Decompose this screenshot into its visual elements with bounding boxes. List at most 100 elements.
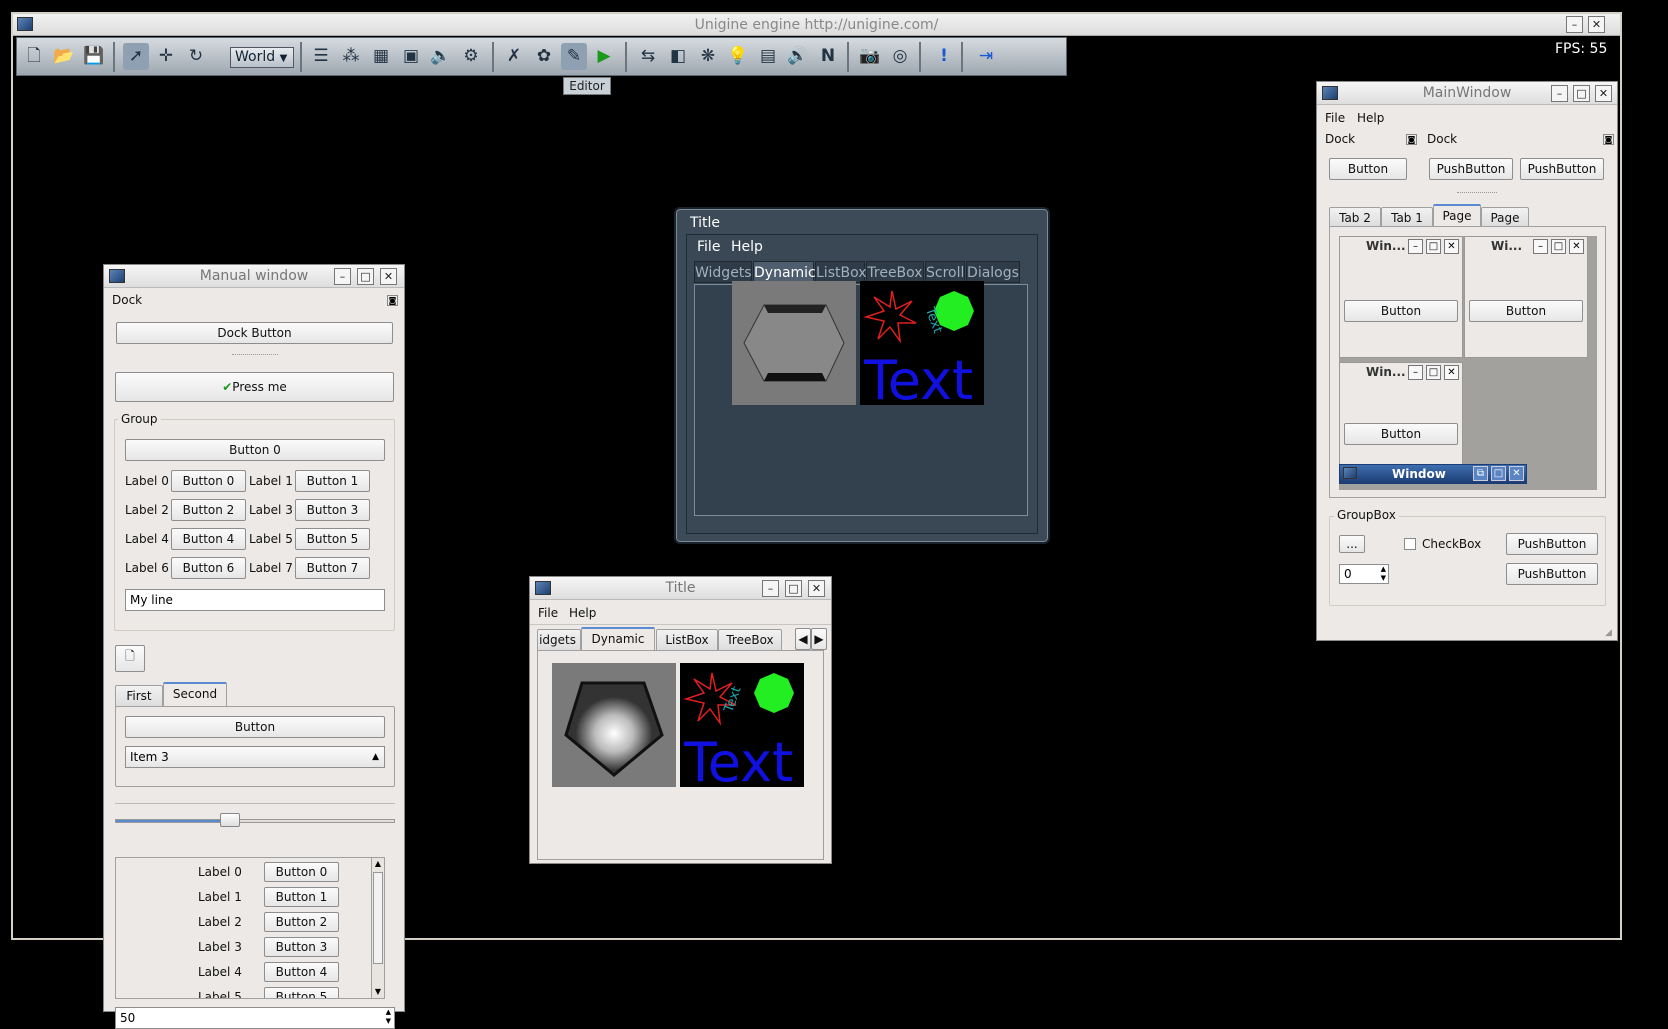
float-icon[interactable]: ◙ xyxy=(1603,134,1614,145)
spin-box[interactable]: 0 ▲ ▼ xyxy=(1339,564,1389,584)
dock-button[interactable]: Button xyxy=(1329,158,1407,180)
mdi-subwindow[interactable]: Win... – □ ✕ Button xyxy=(1339,236,1463,358)
document-icon-button[interactable]: 🗋 xyxy=(115,645,145,672)
new-icon[interactable]: 🗋 xyxy=(21,43,47,70)
menu-help[interactable]: Help xyxy=(569,606,596,620)
sound-icon[interactable]: 🔈 xyxy=(428,43,454,70)
vertical-scrollbar[interactable]: ▲ ▼ xyxy=(371,857,385,999)
tab-scroll-left-icon[interactable]: ◀ xyxy=(795,628,811,650)
exit-icon[interactable]: ⇥ xyxy=(973,43,999,70)
menu-help[interactable]: Help xyxy=(1357,111,1384,125)
tab-listbox[interactable]: ListBox xyxy=(656,629,718,651)
menu-help[interactable]: Help xyxy=(731,239,763,255)
camera-icon[interactable]: 📷 xyxy=(857,43,883,70)
node-icon[interactable]: N xyxy=(815,43,841,70)
scroll-button[interactable]: Button 4 xyxy=(264,962,339,982)
press-me-button[interactable]: ✔Press me xyxy=(115,372,394,402)
close-icon[interactable]: ✕ xyxy=(1509,466,1524,481)
settings-icon[interactable]: ⚙ xyxy=(458,43,484,70)
maximize-icon[interactable]: □ xyxy=(1426,239,1441,254)
splitter-handle[interactable] xyxy=(232,354,278,356)
box-icon[interactable]: ◧ xyxy=(665,43,691,70)
close-icon[interactable]: ✕ xyxy=(380,268,397,285)
building-icon[interactable]: ▤ xyxy=(755,43,781,70)
tab-2[interactable]: Tab 2 xyxy=(1329,207,1381,227)
scroll-button[interactable]: Button 3 xyxy=(264,937,339,957)
push-button-2[interactable]: PushButton xyxy=(1520,158,1604,180)
tab-widgets[interactable]: Widgets xyxy=(694,261,752,283)
tab-first[interactable]: First xyxy=(115,685,163,707)
line-edit[interactable]: My line xyxy=(125,589,385,611)
menu-file[interactable]: File xyxy=(1325,111,1345,125)
minimize-icon[interactable]: – xyxy=(1408,365,1423,380)
list-icon[interactable]: ☰ xyxy=(308,43,334,70)
spin-box[interactable]: 50 ▲ ▼ xyxy=(115,1007,395,1029)
path-icon[interactable]: ⇆ xyxy=(635,43,661,70)
group-button-0[interactable]: Button 0 xyxy=(125,439,385,461)
maximize-icon[interactable]: □ xyxy=(785,580,802,597)
grid-icon[interactable]: ▦ xyxy=(368,43,394,70)
scroll-thumb[interactable] xyxy=(373,872,383,964)
tab-page-2[interactable]: Page xyxy=(1481,207,1529,227)
minimize-icon[interactable]: – xyxy=(1408,239,1423,254)
scroll-up-icon[interactable]: ▲ xyxy=(372,858,384,870)
grid-button[interactable]: Button 5 xyxy=(295,528,370,550)
push-button-1[interactable]: PushButton xyxy=(1429,158,1513,180)
splitter-handle[interactable] xyxy=(1457,192,1497,194)
save-icon[interactable]: 💾 xyxy=(81,43,107,70)
subwindow-button[interactable]: Button xyxy=(1344,300,1458,322)
close-icon[interactable]: ✕ xyxy=(1444,239,1459,254)
plugins-icon[interactable]: ✿ xyxy=(531,43,557,70)
grid-button[interactable]: Button 7 xyxy=(295,557,370,579)
spin-arrows-icon[interactable]: ▲ ▼ xyxy=(386,1008,391,1026)
spin-arrows-icon[interactable]: ▲ ▼ xyxy=(1381,565,1386,583)
close-icon[interactable]: ✕ xyxy=(1569,239,1584,254)
minimize-icon[interactable]: – xyxy=(1533,239,1548,254)
maximize-icon[interactable]: □ xyxy=(1426,365,1441,380)
maximize-icon[interactable]: □ xyxy=(1491,466,1506,481)
particles-icon[interactable]: ❋ xyxy=(695,43,721,70)
scroll-button[interactable]: Button 1 xyxy=(264,887,339,907)
tab-1[interactable]: Tab 1 xyxy=(1381,207,1433,227)
world-dropdown[interactable]: World ▼ xyxy=(230,47,294,68)
tab-button[interactable]: Button xyxy=(125,716,385,738)
minimize-icon[interactable]: – xyxy=(1566,16,1583,33)
tab-page-1[interactable]: Page xyxy=(1433,204,1481,227)
subwindow-button[interactable]: Button xyxy=(1469,300,1583,322)
subwindow-button[interactable]: Button xyxy=(1344,423,1458,445)
open-icon[interactable]: 📂 xyxy=(51,43,77,70)
tab-dynamic[interactable]: Dynamic xyxy=(753,261,816,283)
light-icon[interactable]: 💡 xyxy=(725,43,751,70)
checkbox[interactable] xyxy=(1404,538,1416,550)
tab-listbox[interactable]: ListBox xyxy=(815,261,867,283)
grid-button[interactable]: Button 6 xyxy=(171,557,246,579)
grid-button[interactable]: Button 4 xyxy=(171,528,246,550)
grid-button[interactable]: Button 0 xyxy=(171,470,246,492)
slider-track[interactable] xyxy=(115,819,395,823)
editor-icon[interactable]: ✎ xyxy=(561,43,587,70)
minimize-icon[interactable]: – xyxy=(334,268,351,285)
size-grip-icon[interactable]: ◢ xyxy=(1605,628,1615,638)
tab-treebox[interactable]: TreeBox xyxy=(718,629,782,651)
close-icon[interactable]: ✕ xyxy=(1588,16,1605,33)
grid-button[interactable]: Button 2 xyxy=(171,499,246,521)
maximize-icon[interactable]: □ xyxy=(357,268,374,285)
dock-button[interactable]: Dock Button xyxy=(116,322,393,344)
minimize-icon[interactable]: – xyxy=(762,580,779,597)
scroll-down-icon[interactable]: ▼ xyxy=(372,986,384,998)
restore-icon[interactable]: ⧉ xyxy=(1473,466,1488,481)
groupbox-push-button-2[interactable]: PushButton xyxy=(1506,563,1598,585)
slider-handle[interactable] xyxy=(220,813,240,827)
scroll-button[interactable]: Button 0 xyxy=(264,862,339,882)
move-icon[interactable]: ✛ xyxy=(153,43,179,70)
close-icon[interactable]: ✕ xyxy=(808,580,825,597)
tab-widgets[interactable]: idgets xyxy=(537,629,581,651)
tab-dialogs[interactable]: Dialogs xyxy=(966,261,1020,283)
float-icon[interactable]: ◙ xyxy=(387,295,398,306)
grid-button[interactable]: Button 1 xyxy=(295,470,370,492)
alert-icon[interactable]: ! xyxy=(931,43,957,70)
nodes-icon[interactable]: ⁂ xyxy=(338,43,364,70)
maximize-icon[interactable]: □ xyxy=(1573,85,1590,102)
tab-second[interactable]: Second xyxy=(163,682,227,707)
item-combobox[interactable]: Item 3 ▲ xyxy=(125,746,385,768)
